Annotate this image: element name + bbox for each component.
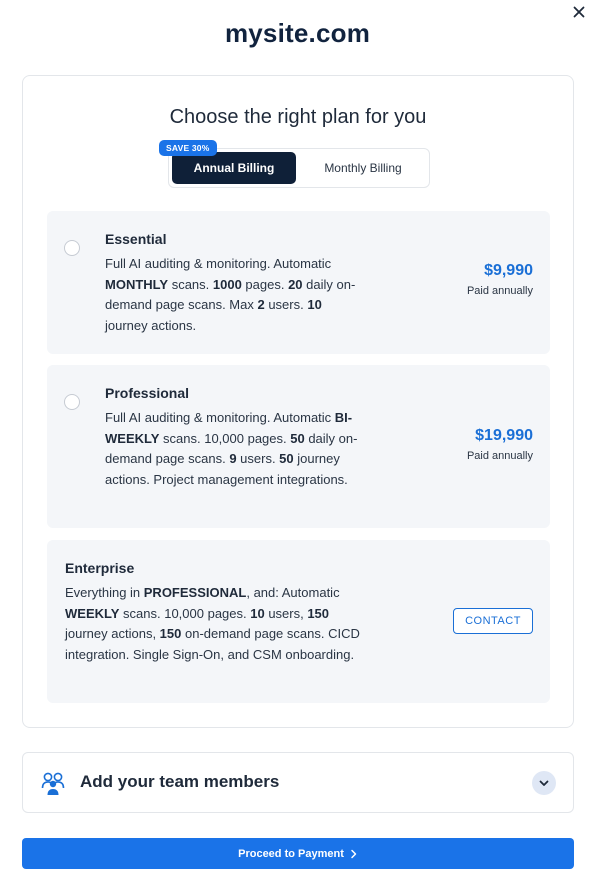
save-badge: SAVE 30%: [159, 140, 217, 156]
plan-heading: Choose the right plan for you: [169, 106, 427, 128]
plan-name: Enterprise: [65, 560, 135, 576]
plan-radio-essential[interactable]: [64, 240, 80, 256]
price-note: Paid annually: [466, 285, 533, 297]
expand-toggle[interactable]: [532, 771, 556, 795]
team-members-label: Add your team members: [80, 772, 280, 791]
add-team-members-toggle[interactable]: Add your team members: [22, 752, 574, 813]
price-block: $9,990 Paid annually: [467, 262, 533, 297]
plan-option-essential[interactable]: Essential Full AI auditing & monitoring.…: [47, 211, 550, 354]
plan-description: Full AI auditing & monitoring. Automatic…: [105, 256, 356, 333]
proceed-to-payment-button[interactable]: Proceed to Payment: [22, 838, 574, 869]
plan-option-professional[interactable]: Professional Full AI auditing & monitori…: [47, 365, 550, 528]
contact-button[interactable]: CONTACT: [453, 608, 533, 634]
annual-billing-tab[interactable]: Annual Billing: [172, 152, 296, 184]
billing-toggle: Annual Billing Monthly Billing SAVE 30%: [159, 140, 430, 188]
plan-description: Everything in PROFESSIONAL, and: Automat…: [65, 585, 360, 662]
site-title: mysite.com: [224, 18, 371, 48]
plan-name: Professional: [105, 385, 190, 401]
plan-price: $19,990: [475, 427, 533, 444]
plan-description: Full AI auditing & monitoring. Automatic…: [105, 410, 358, 487]
price-block: $19,990 Paid annually: [467, 427, 533, 462]
plan-option-enterprise: Enterprise Everything in PROFESSIONAL, a…: [47, 540, 550, 703]
plan-radio-professional[interactable]: [64, 394, 80, 410]
plan-price: $9,990: [484, 262, 533, 279]
proceed-label: Proceed to Payment: [238, 847, 344, 860]
chevron-down-icon: [539, 780, 549, 786]
chevron-right-icon: [351, 849, 357, 858]
plan-selection-card: Choose the right plan for you Annual Bil…: [22, 75, 574, 728]
monthly-billing-tab[interactable]: Monthly Billing: [299, 152, 427, 184]
price-note: Paid annually: [466, 450, 533, 462]
plan-name: Essential: [105, 231, 167, 247]
team-members-icon: [40, 770, 66, 796]
